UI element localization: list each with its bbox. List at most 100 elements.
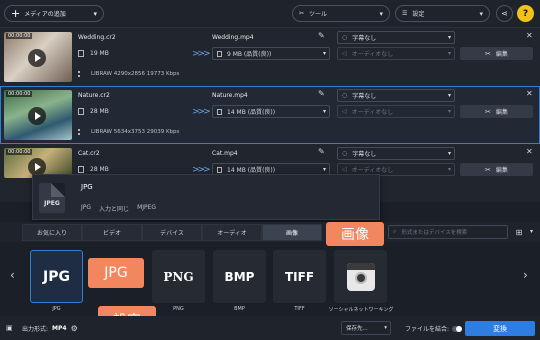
- remove-file-icon[interactable]: ✕: [526, 89, 533, 98]
- tab-devices[interactable]: デバイス: [142, 224, 202, 241]
- rename-pencil-icon[interactable]: ✎: [318, 31, 325, 40]
- tab-label: ビデオ: [102, 230, 121, 237]
- format-png-icon: PNG: [163, 269, 194, 284]
- format-tiff[interactable]: TIFF: [273, 250, 326, 303]
- chevron-down-icon[interactable]: ▾: [530, 228, 533, 235]
- tab-audio[interactable]: オーディオ: [202, 224, 262, 241]
- output-file-name[interactable]: Wedding.mp4: [212, 34, 254, 41]
- save-location-label: 保存先...: [346, 326, 368, 332]
- scroll-right-icon[interactable]: ›: [523, 268, 528, 282]
- edit-label: 編集: [495, 51, 508, 58]
- file-size: 19 MB: [78, 50, 109, 57]
- format-tiff-icon: TIFF: [284, 269, 315, 284]
- chevron-down-icon: ▾: [384, 325, 387, 331]
- file-size-value: 28 MB: [90, 166, 109, 173]
- popup-detail-format: JPG: [81, 204, 92, 211]
- tab-images[interactable]: 画像: [262, 224, 322, 241]
- output-file-name[interactable]: Nature.mp4: [212, 92, 248, 99]
- audio-select[interactable]: ◁ オーディオなし ▾: [337, 47, 455, 60]
- share-icon: ⋖: [501, 9, 508, 18]
- subtitle-select[interactable]: ◌ 字幕なし ▾: [337, 147, 455, 160]
- format-bmp[interactable]: BMP: [213, 250, 266, 303]
- add-media-button[interactable]: + メディアの追加 ▾: [4, 5, 104, 22]
- file-icon: [217, 166, 222, 173]
- callout-jpg: JPG: [88, 258, 144, 288]
- chevron-down-icon: ▾: [447, 108, 451, 115]
- output-size-select[interactable]: 14 MB (品質(良)) ▾: [212, 105, 330, 118]
- settings-menu-button[interactable]: ☰ 設定 ▾: [395, 5, 490, 22]
- file-info-value: LIBRAW 4290x2856 19773 Kbps: [91, 71, 180, 77]
- rename-pencil-icon[interactable]: ✎: [318, 147, 325, 156]
- edit-label: 編集: [495, 109, 508, 116]
- help-label: ?: [522, 8, 529, 19]
- format-bmp-icon: BMP: [224, 269, 255, 284]
- speaker-icon: ◁: [342, 166, 347, 173]
- audio-select[interactable]: ◁ オーディオなし ▾: [337, 105, 455, 118]
- new-preset-icon[interactable]: ⊞: [512, 225, 526, 239]
- format-jpg-icon: JPG: [43, 268, 70, 285]
- film-icon: [78, 129, 85, 135]
- callout-image: 画像: [326, 222, 384, 246]
- tab-favorites[interactable]: お気に入り: [22, 224, 82, 241]
- output-file-name[interactable]: Cat.mp4: [212, 150, 238, 157]
- tab-label: デバイス: [160, 230, 184, 237]
- file-size: 28 MB: [78, 108, 109, 115]
- toggle-switch[interactable]: [452, 325, 463, 332]
- search-icon: ⌕: [393, 228, 397, 235]
- thumbnail-time: 00:00:00: [6, 149, 33, 155]
- gear-icon[interactable]: ⚙: [71, 324, 78, 333]
- format-jpg[interactable]: JPG: [30, 250, 83, 303]
- format-search-input[interactable]: ⌕ 形式またはデバイスを検索: [388, 225, 508, 239]
- scissors-icon: ✂: [485, 49, 491, 58]
- file-thumbnail[interactable]: 00:00:00: [4, 90, 72, 140]
- format-social-networking[interactable]: [334, 250, 387, 303]
- file-size-value: 19 MB: [90, 50, 109, 57]
- file-name: Nature.cr2: [78, 92, 110, 99]
- format-label: TIFF: [294, 306, 305, 312]
- subtitle-icon: ◌: [342, 150, 348, 157]
- rename-pencil-icon[interactable]: ✎: [318, 89, 325, 98]
- tab-label: オーディオ: [217, 230, 247, 237]
- file-info-value: LIBRAW 5634x3753 29039 Kbps: [91, 129, 180, 135]
- play-icon[interactable]: [28, 107, 46, 125]
- file-icon: [78, 166, 84, 173]
- file-row-selected[interactable]: 00:00:00 Nature.cr2 28 MB LIBRAW 5634x37…: [0, 86, 540, 144]
- save-location-select[interactable]: 保存先... ▾: [341, 321, 391, 335]
- help-button[interactable]: ?: [517, 5, 534, 22]
- file-size-value: 28 MB: [90, 108, 109, 115]
- subtitle-select[interactable]: ◌ 字幕なし ▾: [337, 89, 455, 102]
- edit-button[interactable]: ✂ 編集: [460, 163, 533, 176]
- tools-button[interactable]: ✂ ツール ▾: [292, 5, 390, 22]
- file-row[interactable]: 00:00:00 Wedding.cr2 19 MB LIBRAW 4290x2…: [0, 28, 540, 86]
- audio-value: オーディオなし: [351, 167, 394, 174]
- share-button[interactable]: ⋖: [496, 5, 513, 22]
- merge-files-toggle[interactable]: ファイルを結合:: [405, 324, 463, 333]
- remove-file-icon[interactable]: ✕: [526, 31, 533, 40]
- remove-file-icon[interactable]: ✕: [526, 147, 533, 156]
- bottom-bar: ▣ 出力形式: MP4 ⚙ 保存先... ▾ ファイルを結合: 変換: [0, 316, 540, 340]
- output-size-value: 14 MB (品質(良)): [227, 109, 276, 116]
- tab-video[interactable]: ビデオ: [82, 224, 142, 241]
- subtitle-value: 字幕なし: [352, 151, 377, 158]
- thumbnail-time: 00:00:00: [6, 33, 33, 39]
- file-info: LIBRAW 5634x3753 29039 Kbps: [78, 129, 179, 135]
- subtitle-select[interactable]: ◌ 字幕なし ▾: [337, 31, 455, 44]
- output-format[interactable]: 出力形式: MP4 ⚙: [22, 324, 78, 333]
- play-icon[interactable]: [28, 49, 46, 67]
- edit-button[interactable]: ✂ 編集: [460, 47, 533, 60]
- film-icon: [78, 71, 85, 77]
- main-toolbar: + メディアの追加 ▾ ✂ ツール ▾ ☰ 設定 ▾ ⋖ ?: [0, 0, 540, 28]
- edit-button[interactable]: ✂ 編集: [460, 105, 533, 118]
- speaker-icon: ◁: [342, 50, 347, 57]
- output-size-select[interactable]: 9 MB (品質(良)) ▾: [212, 47, 330, 60]
- convert-arrow-icon: >>>: [192, 49, 211, 59]
- search-placeholder: 形式またはデバイスを検索: [401, 230, 468, 236]
- convert-button[interactable]: 変換: [465, 321, 535, 336]
- speaker-icon: ◁: [342, 108, 347, 115]
- file-icon: [78, 50, 84, 57]
- scroll-left-icon[interactable]: ‹: [10, 268, 15, 282]
- chevron-down-icon: ▾: [447, 34, 451, 41]
- format-label: JPG: [52, 306, 61, 312]
- file-thumbnail[interactable]: 00:00:00: [4, 32, 72, 82]
- format-png[interactable]: PNG: [152, 250, 205, 303]
